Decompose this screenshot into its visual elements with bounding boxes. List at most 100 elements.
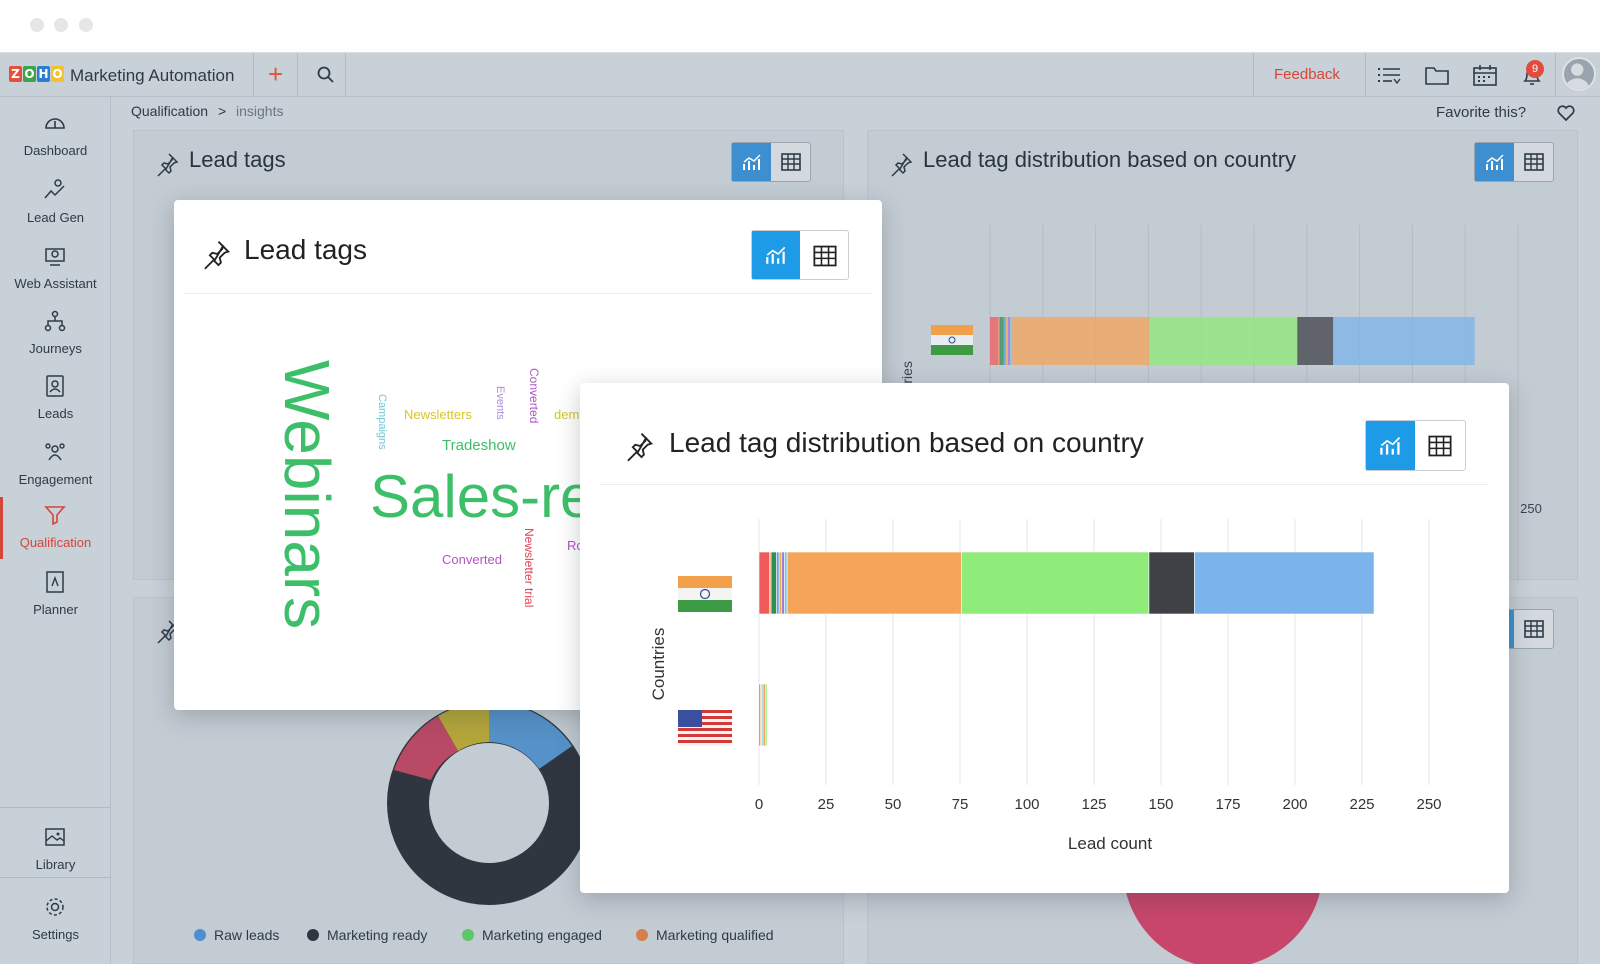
bar-segment[interactable] (762, 683, 767, 747)
divider (1555, 53, 1556, 97)
axis-tick-label: 0 (755, 796, 763, 813)
bar-segment[interactable] (1333, 317, 1475, 365)
feedback-link[interactable]: Feedback (1274, 66, 1340, 83)
chart-view-button[interactable] (752, 231, 800, 279)
bar-segment[interactable] (990, 317, 999, 365)
bar-segment[interactable] (784, 551, 788, 615)
bar-segment[interactable] (1007, 317, 1011, 365)
calendar-icon[interactable] (1472, 64, 1498, 86)
bar-segment[interactable] (1010, 317, 1013, 365)
sidebar-item-journeys[interactable]: Journeys (0, 303, 111, 365)
sidebar-item-label: Qualification (19, 535, 92, 550)
card-title: Lead tags (189, 147, 286, 172)
bar-segment[interactable] (1003, 317, 1006, 365)
sidebar-item-label: Engagement (18, 472, 93, 487)
bar-segment[interactable] (998, 317, 1000, 365)
axis-tick-label: 150 (1148, 796, 1173, 813)
sidebar-item-label: Leads (37, 406, 74, 421)
logo-letter: Z (9, 66, 22, 82)
table-view-button[interactable] (800, 231, 848, 279)
sidebar-item-label: Dashboard (23, 143, 88, 158)
window-maximize-dot[interactable] (79, 18, 93, 32)
dashboard-icon (45, 118, 65, 129)
sidebar-item-lead-gen[interactable]: Lead Gen (0, 172, 111, 234)
view-toggle (1474, 142, 1554, 182)
bar-segment[interactable] (776, 551, 780, 615)
add-button[interactable]: + (268, 60, 283, 88)
pin-icon[interactable] (200, 238, 232, 270)
pin-icon[interactable] (888, 151, 914, 177)
divider (184, 293, 872, 294)
pin-icon[interactable] (154, 151, 180, 177)
breadcrumb-separator: > (217, 103, 227, 119)
legend-item: Raw leads (194, 927, 279, 943)
bar-segment[interactable] (758, 551, 771, 615)
divider (253, 53, 254, 97)
table-view-button[interactable] (1514, 143, 1553, 181)
bar-segment[interactable] (1012, 317, 1150, 365)
word-cloud-term: Sales-re (370, 463, 594, 530)
bar-segment[interactable] (786, 551, 962, 615)
legend-item: Marketing engaged (462, 927, 602, 943)
bar-segment[interactable] (778, 551, 783, 615)
bar-segment[interactable] (770, 551, 777, 615)
chart-view-button[interactable] (1475, 143, 1514, 181)
table-icon (1524, 153, 1544, 171)
axis-tick-label: 100 (1014, 796, 1039, 813)
sidebar: Dashboard Lead Gen Web Assistant Journey… (0, 97, 111, 964)
sidebar-item-engagement[interactable]: Engagement (0, 434, 111, 496)
task-list-icon[interactable] (1376, 64, 1402, 86)
bar-segment[interactable] (765, 683, 768, 747)
window-close-dot[interactable] (30, 18, 44, 32)
window-titlebar (0, 0, 1600, 53)
sidebar-item-settings[interactable]: Settings (0, 889, 111, 951)
heart-icon[interactable] (1556, 103, 1576, 123)
chart-view-button[interactable] (732, 143, 771, 181)
table-icon (781, 153, 801, 171)
sidebar-item-label: Settings (32, 927, 79, 942)
breadcrumb-root[interactable]: Qualification (131, 103, 208, 119)
legend-label: Marketing ready (327, 927, 428, 943)
view-toggle (731, 142, 811, 182)
sidebar-item-dashboard[interactable]: Dashboard (0, 105, 111, 167)
avatar[interactable] (1562, 57, 1596, 91)
search-icon[interactable] (316, 65, 336, 85)
axis-tick-label: 25 (818, 796, 835, 813)
chart-icon (766, 246, 786, 264)
window-minimize-dot[interactable] (54, 18, 68, 32)
bar-segment[interactable] (1194, 551, 1375, 615)
sidebar-divider (0, 877, 111, 878)
bar-segment[interactable] (1149, 317, 1298, 365)
popup-title: Lead tags (244, 234, 367, 265)
card-title: Lead tag distribution based on country (923, 147, 1297, 172)
bar-segment[interactable] (1005, 317, 1008, 365)
axis-tick-label: 125 (1081, 796, 1106, 813)
web-assistant-icon (45, 248, 65, 266)
bar-segment[interactable] (1297, 317, 1334, 365)
legend-label: Marketing engaged (482, 927, 602, 943)
axis-tick-label: 175 (1215, 796, 1240, 813)
sidebar-item-web-assistant[interactable]: Web Assistant (0, 238, 111, 300)
bar-segment[interactable] (999, 317, 1004, 365)
table-view-button[interactable] (771, 143, 810, 181)
sidebar-item-label: Web Assistant (14, 276, 97, 291)
bar-segment[interactable] (1148, 551, 1195, 615)
folder-icon[interactable] (1424, 64, 1450, 86)
bar-segment[interactable] (781, 551, 785, 615)
table-view-button[interactable] (1514, 610, 1553, 648)
sidebar-item-leads[interactable]: Leads (0, 368, 111, 430)
sidebar-item-qualification[interactable]: Qualification (0, 497, 111, 559)
sidebar-item-planner[interactable]: Planner (0, 564, 111, 626)
legend-swatch (307, 929, 319, 941)
sidebar-item-library[interactable]: Library (0, 819, 111, 881)
zoho-logo[interactable]: Z O H O (9, 66, 65, 82)
word-cloud-term: Campaigns (376, 394, 388, 450)
planner-icon (46, 571, 64, 593)
sidebar-item-label: Lead Gen (26, 210, 85, 225)
library-icon (45, 828, 65, 846)
bar-segment[interactable] (961, 551, 1150, 615)
divider (297, 53, 298, 97)
notification-badge: 9 (1526, 60, 1544, 78)
breadcrumb: Qualification > insights (131, 103, 283, 119)
breadcrumb-current: insights (236, 103, 284, 119)
